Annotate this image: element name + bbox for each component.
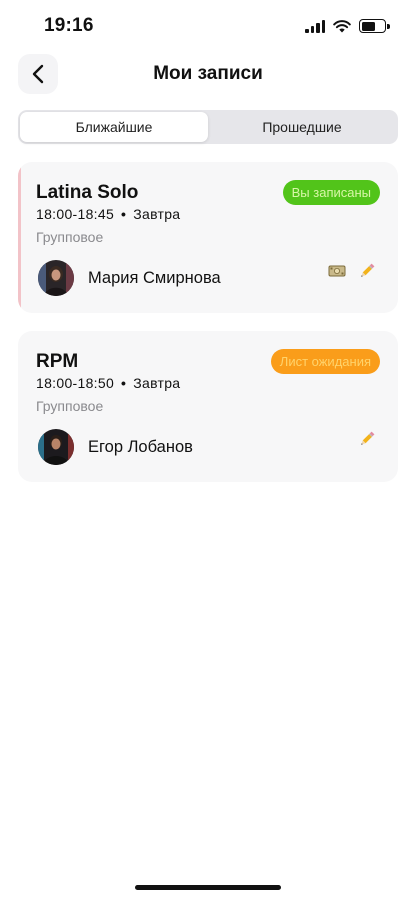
wifi-icon <box>333 19 351 32</box>
class-time-row: 18:00-18:50 • Завтра <box>36 375 180 391</box>
status-time: 19:16 <box>44 15 94 36</box>
booking-card[interactable]: Latina Solo Вы записаны 18:00-18:45 • Завт… <box>18 162 398 313</box>
class-time: 18:00-18:50 <box>36 375 115 391</box>
avatar <box>38 429 74 465</box>
status-badge: Вы записаны <box>282 180 380 205</box>
pencil-icon[interactable] <box>358 262 376 280</box>
class-type: Групповое <box>36 229 104 245</box>
class-title: RPM <box>36 351 79 372</box>
tab-past[interactable]: Прошедшие <box>208 112 396 142</box>
segmented-control: Ближайшие Прошедшие <box>18 110 398 144</box>
class-type: Групповое <box>36 398 104 414</box>
class-time-row: 18:00-18:45 • Завтра <box>36 206 180 222</box>
home-indicator <box>135 885 281 890</box>
status-icons <box>305 19 390 33</box>
cellular-signal-icon <box>305 19 325 33</box>
card-actions <box>358 430 376 448</box>
separator-dot: • <box>121 206 127 222</box>
class-title: Latina Solo <box>36 182 139 203</box>
separator-dot: • <box>121 375 127 391</box>
card-accent-bar <box>18 162 21 313</box>
card-actions <box>328 262 376 280</box>
trainer-name: Егор Лобанов <box>88 437 193 456</box>
trainer-name: Мария Смирнова <box>88 268 221 287</box>
class-day: Завтра <box>133 206 181 222</box>
trainer-row: Мария Смирнова <box>38 260 221 296</box>
trainer-row: Егор Лобанов <box>38 429 193 465</box>
booking-card[interactable]: RPM Лист ожидания 18:00-18:50 • Завтра Гру… <box>18 331 398 482</box>
tab-upcoming[interactable]: Ближайшие <box>20 112 208 142</box>
status-badge: Лист ожидания <box>270 349 380 374</box>
status-bar: 19:16 <box>0 0 416 52</box>
page-title: Мои записи <box>153 63 263 84</box>
money-icon[interactable] <box>328 262 346 280</box>
class-day: Завтра <box>133 375 181 391</box>
avatar <box>38 260 74 296</box>
class-time: 18:00-18:45 <box>36 206 115 222</box>
battery-icon <box>359 19 390 33</box>
pencil-icon[interactable] <box>358 430 376 448</box>
